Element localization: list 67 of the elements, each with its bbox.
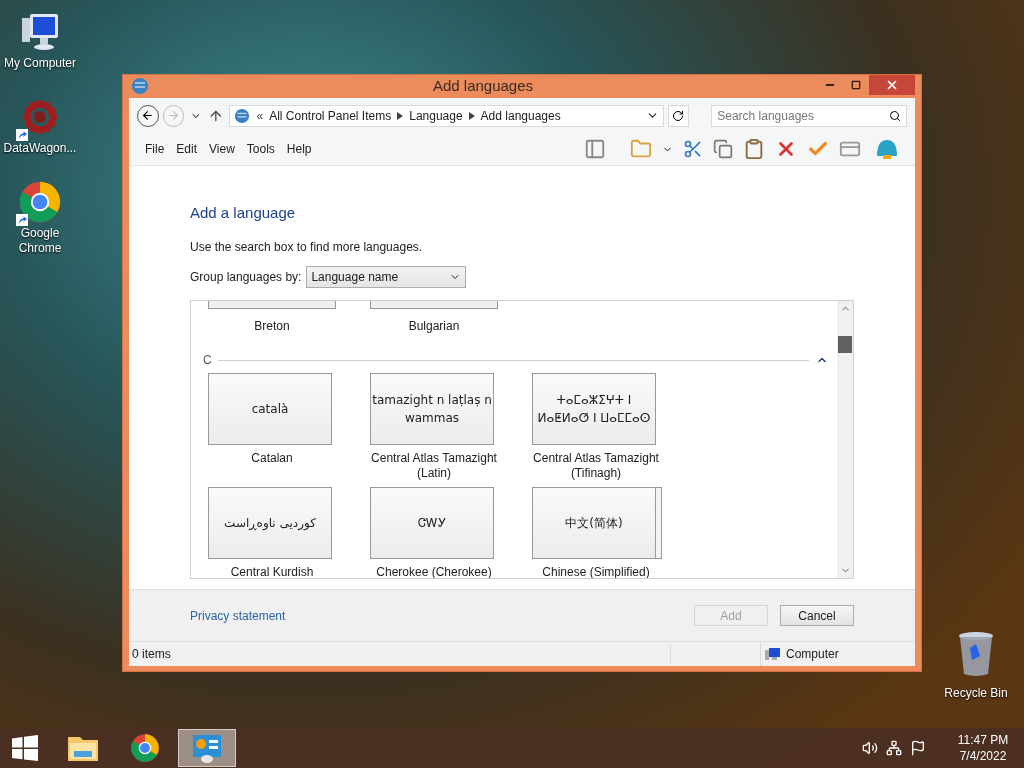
scrollbar[interactable] bbox=[837, 301, 853, 578]
network-icon[interactable] bbox=[886, 740, 902, 756]
search-input[interactable]: Search languages bbox=[717, 106, 889, 125]
language-tile[interactable] bbox=[370, 301, 498, 309]
window-title: Add languages bbox=[431, 76, 535, 96]
breadcrumb-separator-icon bbox=[397, 111, 404, 120]
desktop-icon-label[interactable]: Google Chrome bbox=[0, 226, 80, 256]
dialog-button[interactable]: Cancel bbox=[780, 605, 854, 626]
language-name: Bulgarian bbox=[408, 318, 460, 335]
language-tile[interactable] bbox=[208, 301, 336, 309]
menu-item[interactable]: View bbox=[203, 140, 241, 158]
control-panel-icon bbox=[191, 732, 223, 764]
address-bar[interactable]: « All Control Panel Items Language Add languages bbox=[229, 104, 664, 127]
language-name: Catalan bbox=[251, 451, 293, 466]
group-header[interactable]: C bbox=[203, 351, 212, 369]
chrome-icon bbox=[130, 733, 160, 763]
recycle-bin-icon bbox=[956, 630, 996, 678]
close-button[interactable] bbox=[869, 75, 915, 95]
page-heading: Add a language bbox=[190, 202, 297, 223]
forward-arrow-icon bbox=[166, 109, 180, 122]
refresh-icon bbox=[672, 109, 685, 122]
action-center-icon[interactable] bbox=[910, 740, 926, 756]
language-tile[interactable]: ᏣᎳᎩ bbox=[370, 487, 494, 559]
cut-icon[interactable] bbox=[683, 139, 703, 159]
breadcrumb[interactable]: Add languages bbox=[480, 106, 561, 125]
hint-text: Use the search box to find more languages. bbox=[190, 239, 424, 256]
language-tile[interactable]: کوردیی ناوەڕاست bbox=[208, 487, 332, 559]
address-overflow: « bbox=[256, 107, 264, 125]
windows-icon bbox=[12, 735, 38, 761]
breadcrumb[interactable]: Language bbox=[409, 106, 463, 125]
desktop-icon-label[interactable]: DataWagon... bbox=[3, 141, 77, 156]
clock[interactable]: 11:47 PM 7/4/2022 bbox=[948, 732, 1018, 764]
language-name: Central Atlas Tamazight (Latin) bbox=[370, 451, 498, 481]
menu-item[interactable]: File bbox=[139, 140, 171, 158]
status-text: 0 items bbox=[129, 645, 671, 663]
language-tile[interactable]: ⵜⴰⵎⴰⵣⵉⵖⵜ ⵏ ⵍⴰⵟⵍⴰⵚ ⵏ ⵡⴰⵎⵎⴰⵙ bbox=[532, 373, 656, 445]
language-tile[interactable]: català bbox=[208, 373, 332, 445]
language-tile[interactable]: 中文(简体) bbox=[532, 487, 656, 559]
desktop-icon-label[interactable]: My Computer bbox=[4, 56, 76, 71]
menu-item[interactable]: Help bbox=[280, 140, 318, 158]
search-field[interactable]: Search languages bbox=[711, 104, 907, 127]
group-by-label: Group languages by: bbox=[190, 269, 302, 286]
language-name: Central Kurdish bbox=[230, 565, 314, 578]
back-arrow-icon bbox=[141, 109, 155, 122]
language-tile[interactable]: tamazight n laṭlaṣ n wammas bbox=[370, 373, 494, 445]
privacy-link[interactable]: Privacy statement bbox=[190, 606, 286, 625]
search-icon[interactable] bbox=[889, 109, 901, 122]
refresh-button[interactable] bbox=[667, 104, 690, 127]
layout-icon[interactable] bbox=[584, 138, 606, 160]
breadcrumb-separator-icon bbox=[468, 111, 475, 120]
close-icon bbox=[885, 78, 899, 92]
copy-icon[interactable] bbox=[713, 139, 733, 159]
menu-item[interactable]: Tools bbox=[240, 140, 281, 158]
language-name: Cherokee (Cherokee) bbox=[376, 565, 492, 578]
language-name: Central Atlas Tamazight (Tifinagh) bbox=[532, 451, 660, 481]
scrollbar-thumb[interactable] bbox=[838, 336, 852, 353]
chrome-icon bbox=[18, 180, 62, 224]
language-name: Breton bbox=[254, 318, 290, 335]
language-name: Chinese (Simplified) bbox=[542, 565, 650, 578]
menu-item[interactable]: Edit bbox=[170, 140, 204, 158]
maximize-icon bbox=[851, 80, 861, 90]
paste-icon[interactable] bbox=[743, 138, 765, 160]
desktop-icon-label[interactable]: Recycle Bin bbox=[944, 684, 1008, 702]
computer-icon bbox=[765, 647, 781, 661]
status-location: Computer bbox=[786, 646, 839, 663]
group-by-dropdown[interactable]: Language name bbox=[306, 266, 467, 288]
breadcrumb[interactable]: All Control Panel Items bbox=[269, 106, 392, 125]
